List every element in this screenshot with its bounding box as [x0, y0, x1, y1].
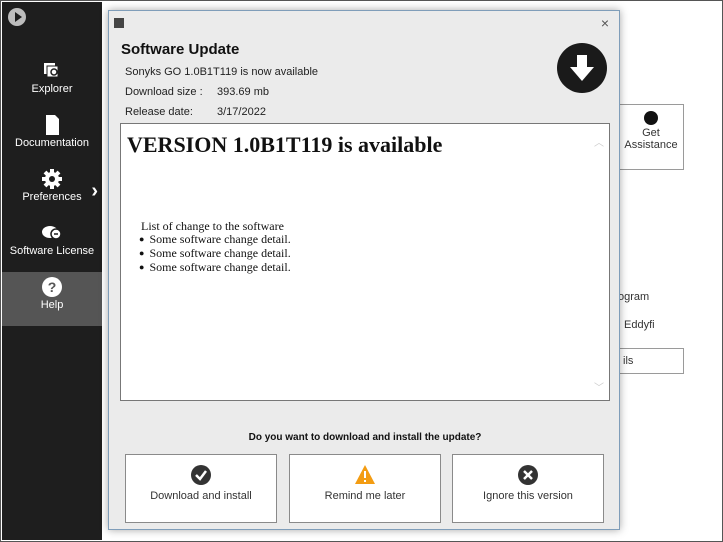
assistance-label-line1: Get [642, 127, 660, 139]
svg-text:?: ? [48, 279, 57, 295]
software-update-dialog: × Software Update Sonyks GO 1.0B1T119 is… [108, 10, 620, 530]
sidebar-item-label: Help [40, 299, 64, 311]
sidebar-item-explorer[interactable]: Explorer [2, 60, 102, 95]
download-size-label: Download size : [125, 86, 203, 98]
sidebar-item-label: Preferences [22, 191, 82, 203]
check-circle-icon [190, 464, 212, 486]
install-question: Do you want to download and install the … [248, 432, 482, 443]
release-notes-panel[interactable]: VERSION 1.0B1T119 is available List of c… [120, 123, 610, 401]
release-date-row: Release date: 3/17/2022 [125, 106, 266, 118]
window-icon [114, 18, 124, 28]
release-date-label: Release date: [125, 106, 193, 118]
list-item: Some software change detail. [139, 260, 290, 274]
gear-icon [41, 168, 63, 189]
download-install-label: Download and install [150, 490, 252, 502]
release-notes-heading: VERSION 1.0B1T119 is available [127, 132, 443, 157]
dialog-title: Software Update [121, 41, 240, 58]
document-icon [41, 114, 63, 135]
ignore-version-button[interactable]: Ignore this version [452, 454, 604, 523]
download-icon [557, 43, 607, 93]
remind-later-label: Remind me later [324, 490, 406, 502]
close-circle-icon [517, 464, 539, 486]
warning-icon [354, 464, 376, 486]
sidebar-item-software-license[interactable]: Software License [2, 222, 102, 257]
sidebar-item-help[interactable]: ? Help [2, 272, 102, 326]
get-assistance-button[interactable]: Get Assistance [618, 104, 684, 170]
download-size-value: 393.69 mb [217, 86, 269, 98]
person-icon [644, 111, 658, 125]
update-subtitle: Sonyks GO 1.0B1T119 is now available [125, 66, 319, 78]
sidebar-item-label: Explorer [31, 83, 73, 95]
license-icon [41, 222, 63, 242]
ignore-version-label: Ignore this version [483, 490, 573, 502]
background-text: Eddyfi [624, 319, 655, 331]
change-list: Some software change detail. Some softwa… [139, 232, 290, 274]
sidebar: Explorer Documentation Preferences › Sof… [2, 2, 102, 540]
list-item: Some software change detail. [139, 232, 290, 246]
app-logo-icon [8, 8, 26, 26]
help-icon: ? [41, 276, 63, 297]
sidebar-item-preferences[interactable]: Preferences [2, 168, 102, 203]
assistance-label-line2: Assistance [624, 139, 678, 151]
chevron-right-icon: › [91, 180, 98, 202]
details-button[interactable]: ils [618, 348, 684, 374]
sidebar-item-documentation[interactable]: Documentation [2, 114, 102, 149]
scroll-up-arrow-icon[interactable]: ︿ [594, 134, 604, 149]
release-date-value: 3/17/2022 [217, 106, 266, 118]
close-button[interactable]: × [601, 15, 609, 31]
download-install-button[interactable]: Download and install [125, 454, 277, 523]
sidebar-item-label: Documentation [15, 137, 89, 149]
background-text: ogram [618, 291, 650, 303]
sidebar-item-label: Software License [9, 245, 95, 257]
list-item: Some software change detail. [139, 246, 290, 260]
download-size-row: Download size : 393.69 mb [125, 86, 269, 98]
explorer-icon [41, 60, 63, 80]
scroll-down-arrow-icon[interactable]: ﹀ [594, 379, 604, 394]
remind-later-button[interactable]: Remind me later [289, 454, 441, 523]
